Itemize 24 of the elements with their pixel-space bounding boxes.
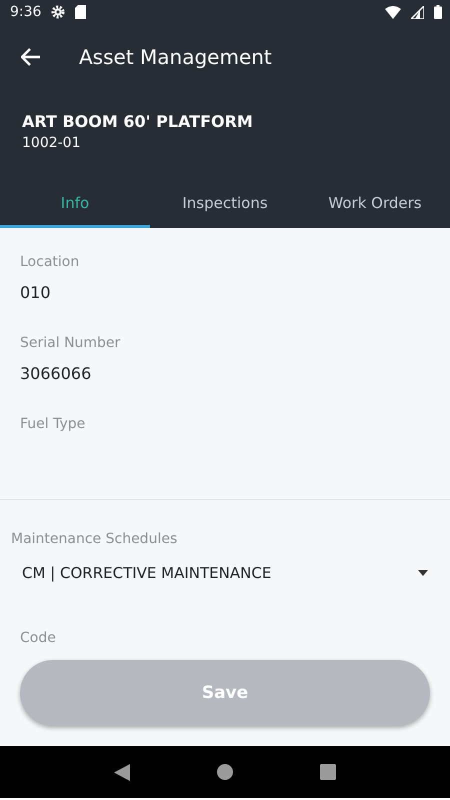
wifi-icon bbox=[385, 6, 401, 18]
field-value: 3066066 bbox=[20, 364, 92, 383]
home-icon[interactable] bbox=[216, 764, 233, 780]
overview-icon[interactable] bbox=[320, 764, 336, 780]
field-label: Serial Number bbox=[20, 335, 122, 351]
battery-icon bbox=[434, 5, 442, 19]
field-label: Fuel Type bbox=[20, 416, 86, 432]
tab[interactable]: Work Orders bbox=[300, 178, 450, 228]
settings-icon bbox=[51, 5, 66, 19]
clock: 9:36 bbox=[10, 4, 42, 20]
tab[interactable]: Inspections bbox=[150, 178, 300, 228]
field-label: Location bbox=[20, 254, 80, 270]
back-icon[interactable] bbox=[21, 48, 41, 66]
field-value: 010 bbox=[20, 283, 52, 302]
asset-number: 1002-01 bbox=[22, 135, 82, 151]
field-label: Code bbox=[19, 629, 57, 646]
sd-card-icon bbox=[75, 5, 86, 19]
screen-title: Asset Management bbox=[79, 45, 272, 69]
back-nav-icon[interactable] bbox=[114, 764, 130, 780]
asset-name: ART BOOM 60' PLATFORM bbox=[22, 112, 254, 131]
caret-icon bbox=[418, 570, 428, 576]
section-label: Maintenance Schedules bbox=[10, 530, 178, 547]
schedule-dropdown[interactable]: CM | CORRECTIVE MAINTENANCE bbox=[22, 561, 428, 585]
signal-icon bbox=[411, 6, 424, 18]
